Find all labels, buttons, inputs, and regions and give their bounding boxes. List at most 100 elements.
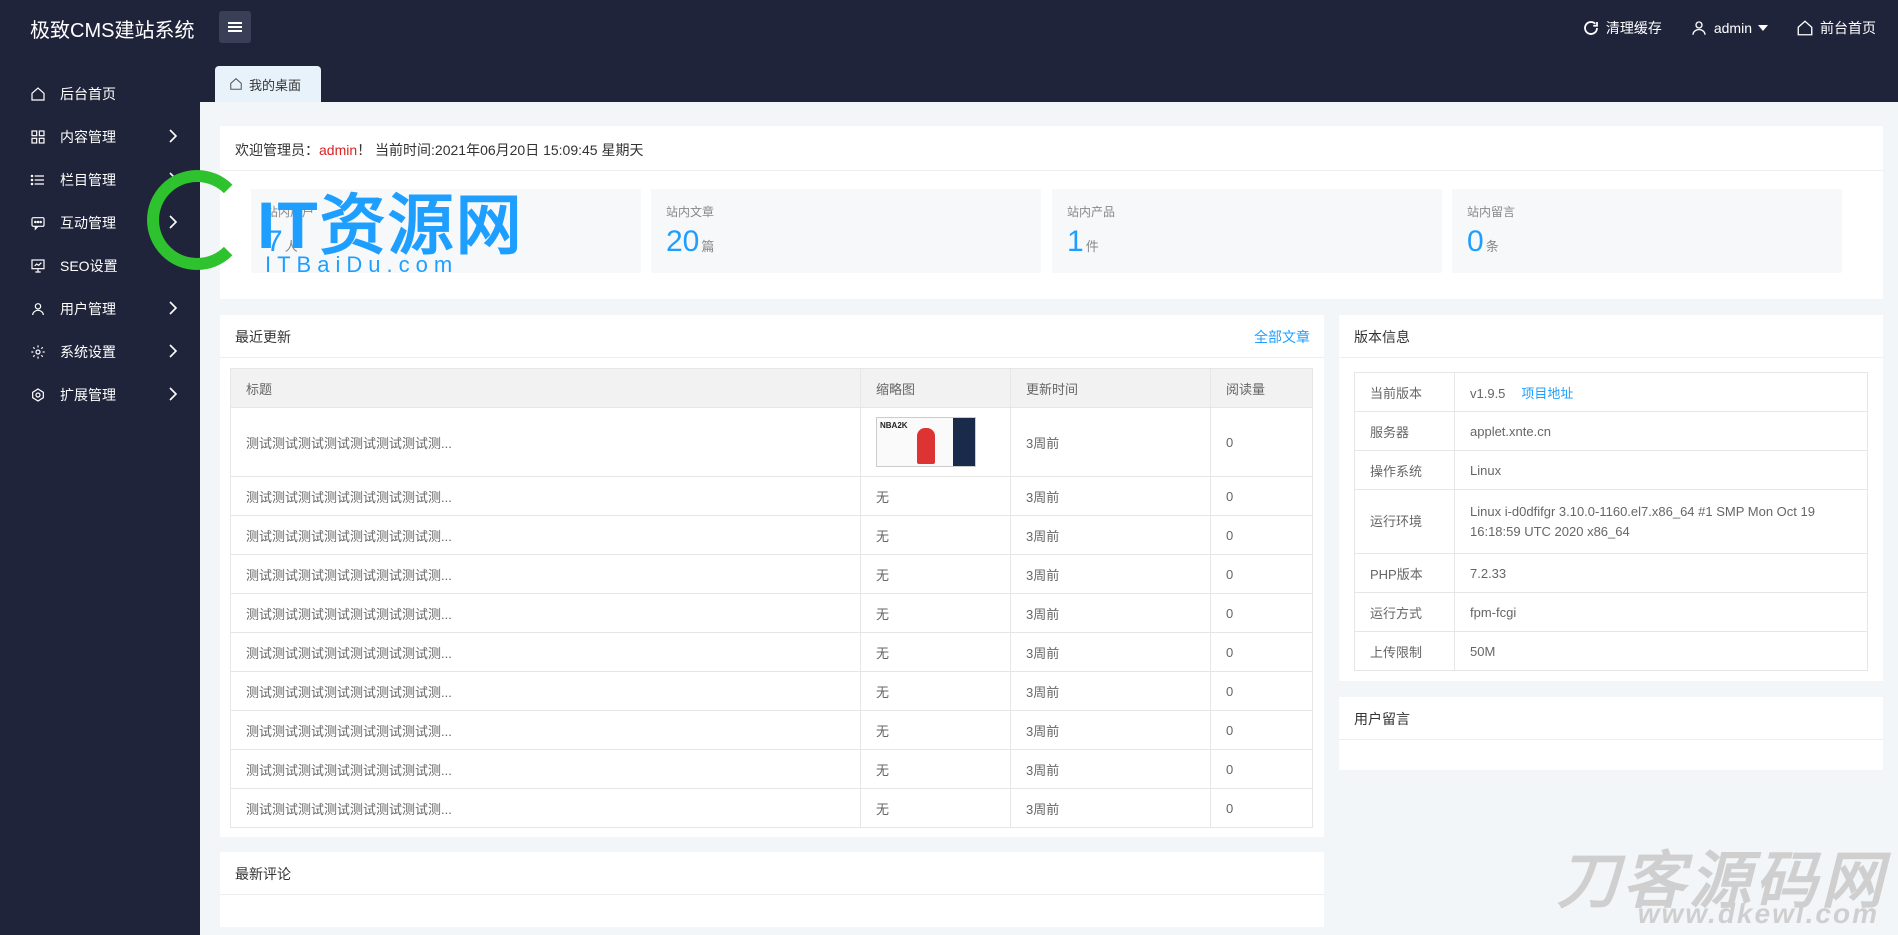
table-row[interactable]: 测试测试测试测试测试测试测试测... 无 3周前 0 [230,554,1313,594]
sidebar-item-extensions[interactable]: 扩展管理 [0,373,200,416]
article-views: 0 [1210,710,1313,750]
panel-title: 版本信息 [1354,329,1410,345]
sidebar-item-label: 扩展管理 [60,386,116,403]
seo-icon [30,258,46,274]
info-key: 运行环境 [1354,489,1455,554]
article-title[interactable]: 测试测试测试测试测试测试测试测... [230,788,861,828]
article-time: 3周前 [1010,671,1211,711]
article-thumb: 无 [860,476,1011,516]
info-value-cell: v1.9.5 项目地址 [1454,372,1868,412]
article-views: 0 [1210,476,1313,516]
chevron-right-icon [169,344,178,358]
article-thumbnail[interactable]: NBA2K [876,417,976,467]
article-views: 0 [1210,632,1313,672]
table-row[interactable]: 测试测试测试测试测试测试测试测... 无 3周前 0 [230,710,1313,750]
thumbnail-cell: NBA2K [860,407,1011,477]
stat-card-products: 站内产品 1件 [1052,189,1442,273]
stat-value-wrapper: 20 篇 [666,225,714,259]
sidebar-item-settings[interactable]: 系统设置 [0,330,200,373]
panel-title: 最近更新 [235,329,291,345]
info-value: Linux i-d0dfifgr 3.10.0-1160.el7.x86_64 … [1454,489,1868,554]
sidebar-item-label: 内容管理 [60,128,116,145]
article-time: 3周前 [1010,632,1211,672]
stat-value-wrapper: 1件 [1067,225,1099,259]
info-row: 服务器 applet.xnte.cn [1354,411,1868,451]
info-value: v1.9.5 [1470,385,1506,401]
article-title[interactable]: 测试测试测试测试测试测试测试测... [230,407,861,477]
top-right-actions: 清理缓存 admin 前台首页 [1582,0,1876,56]
article-title[interactable]: 测试测试测试测试测试测试测试测... [230,632,861,672]
table-row[interactable]: 测试测试测试测试测试测试测试测... 无 3周前 0 [230,476,1313,516]
caret-down-icon [1758,25,1768,31]
sidebar-item-label: SEO设置 [60,257,118,274]
sidebar-item-users[interactable]: 用户管理 [0,287,200,330]
article-time: 3周前 [1010,476,1211,516]
sidebar-item-label: 互动管理 [60,214,116,231]
table-row[interactable]: 测试测试测试测试测试测试测试测... 无 3周前 0 [230,515,1313,555]
user-icon [1692,21,1706,35]
article-thumb: 无 [860,788,1011,828]
frontend-home-link[interactable]: 前台首页 [1796,18,1876,38]
table-row[interactable]: 测试测试测试测试测试测试测试测... 无 3周前 0 [230,593,1313,633]
article-title[interactable]: 测试测试测试测试测试测试测试测... [230,554,861,594]
chat-icon [30,215,46,231]
all-articles-link[interactable]: 全部文章 [1254,327,1310,347]
panel-title: 用户留言 [1354,711,1410,727]
watermark-site-domain: ITBaiDu.com [265,252,459,277]
gear-icon [30,344,46,360]
tab-my-desktop[interactable]: 我的桌面 [215,66,321,102]
stat-label: 站内留言 [1467,205,1516,219]
article-title[interactable]: 测试测试测试测试测试测试测试测... [230,593,861,633]
clear-cache-button[interactable]: 清理缓存 [1582,18,1662,38]
article-views: 0 [1210,788,1313,828]
article-thumb: 无 [860,554,1011,594]
article-title[interactable]: 测试测试测试测试测试测试测试测... [230,749,861,789]
article-views: 0 [1210,554,1313,594]
column-header-thumbnail: 缩略图 [860,368,1011,408]
table-header-row: 标题 缩略图 更新时间 阅读量 [230,368,1313,408]
top-bar: 极致CMS建站系统 清理缓存 admin 前台首页 [0,0,1898,56]
user-menu[interactable]: admin [1690,19,1768,37]
version-info-panel: 版本信息 当前版本 v1.9.5 项目地址 服务器 applet.xnte.cn … [1339,315,1883,681]
welcome-user: admin [319,142,358,158]
stat-unit: 条 [1485,239,1499,254]
column-header-views: 阅读量 [1210,368,1313,408]
panel-title: 最新评论 [235,866,291,882]
table-row[interactable]: 测试测试测试测试测试测试测试测... NBA2K 3周前 0 [230,407,1313,477]
info-row: 运行环境 Linux i-d0dfifgr 3.10.0-1160.el7.x8… [1354,489,1868,554]
sidebar-item-dashboard[interactable]: 后台首页 [0,72,200,115]
panel-header: 最近更新 全部文章 [220,315,1324,358]
article-time: 3周前 [1010,515,1211,555]
article-title[interactable]: 测试测试测试测试测试测试测试测... [230,671,861,711]
article-thumb: 无 [860,710,1011,750]
article-views: 0 [1210,671,1313,711]
stat-value: 20 [666,225,700,258]
clear-cache-label: 清理缓存 [1605,20,1662,36]
table-row[interactable]: 测试测试测试测试测试测试测试测... 无 3周前 0 [230,788,1313,828]
info-value: 50M [1454,631,1868,671]
table-row[interactable]: 测试测试测试测试测试测试测试测... 无 3周前 0 [230,749,1313,789]
column-header-title: 标题 [230,368,861,408]
info-value: applet.xnte.cn [1454,411,1868,451]
menu-toggle-button[interactable] [219,11,251,43]
panel-header: 最新评论 [220,852,1324,895]
table-row[interactable]: 测试测试测试测试测试测试测试测... 无 3周前 0 [230,671,1313,711]
info-row: PHP版本 7.2.33 [1354,553,1868,593]
article-title[interactable]: 测试测试测试测试测试测试测试测... [230,476,861,516]
thumbnail-logo: NBA2K [880,421,908,430]
menu-icon [228,20,242,34]
watermark-itbaidu: IT资源网 ITBaiDu.com [147,168,547,278]
watermark-dkewl: 刀客源码网 www.dkewl.com [1527,830,1887,930]
table-row[interactable]: 测试测试测试测试测试测试测试测... 无 3周前 0 [230,632,1313,672]
project-link[interactable]: 项目地址 [1521,386,1573,401]
latest-comments-panel: 最新评论 [220,852,1324,927]
grid-icon [30,129,46,145]
article-title[interactable]: 测试测试测试测试测试测试测试测... [230,515,861,555]
info-key: PHP版本 [1354,553,1455,593]
stat-unit: 件 [1085,239,1099,254]
sidebar-item-label: 系统设置 [60,343,116,360]
article-thumb: 无 [860,632,1011,672]
frontend-home-label: 前台首页 [1820,20,1876,36]
article-title[interactable]: 测试测试测试测试测试测试测试测... [230,710,861,750]
sidebar-item-content[interactable]: 内容管理 [0,115,200,158]
